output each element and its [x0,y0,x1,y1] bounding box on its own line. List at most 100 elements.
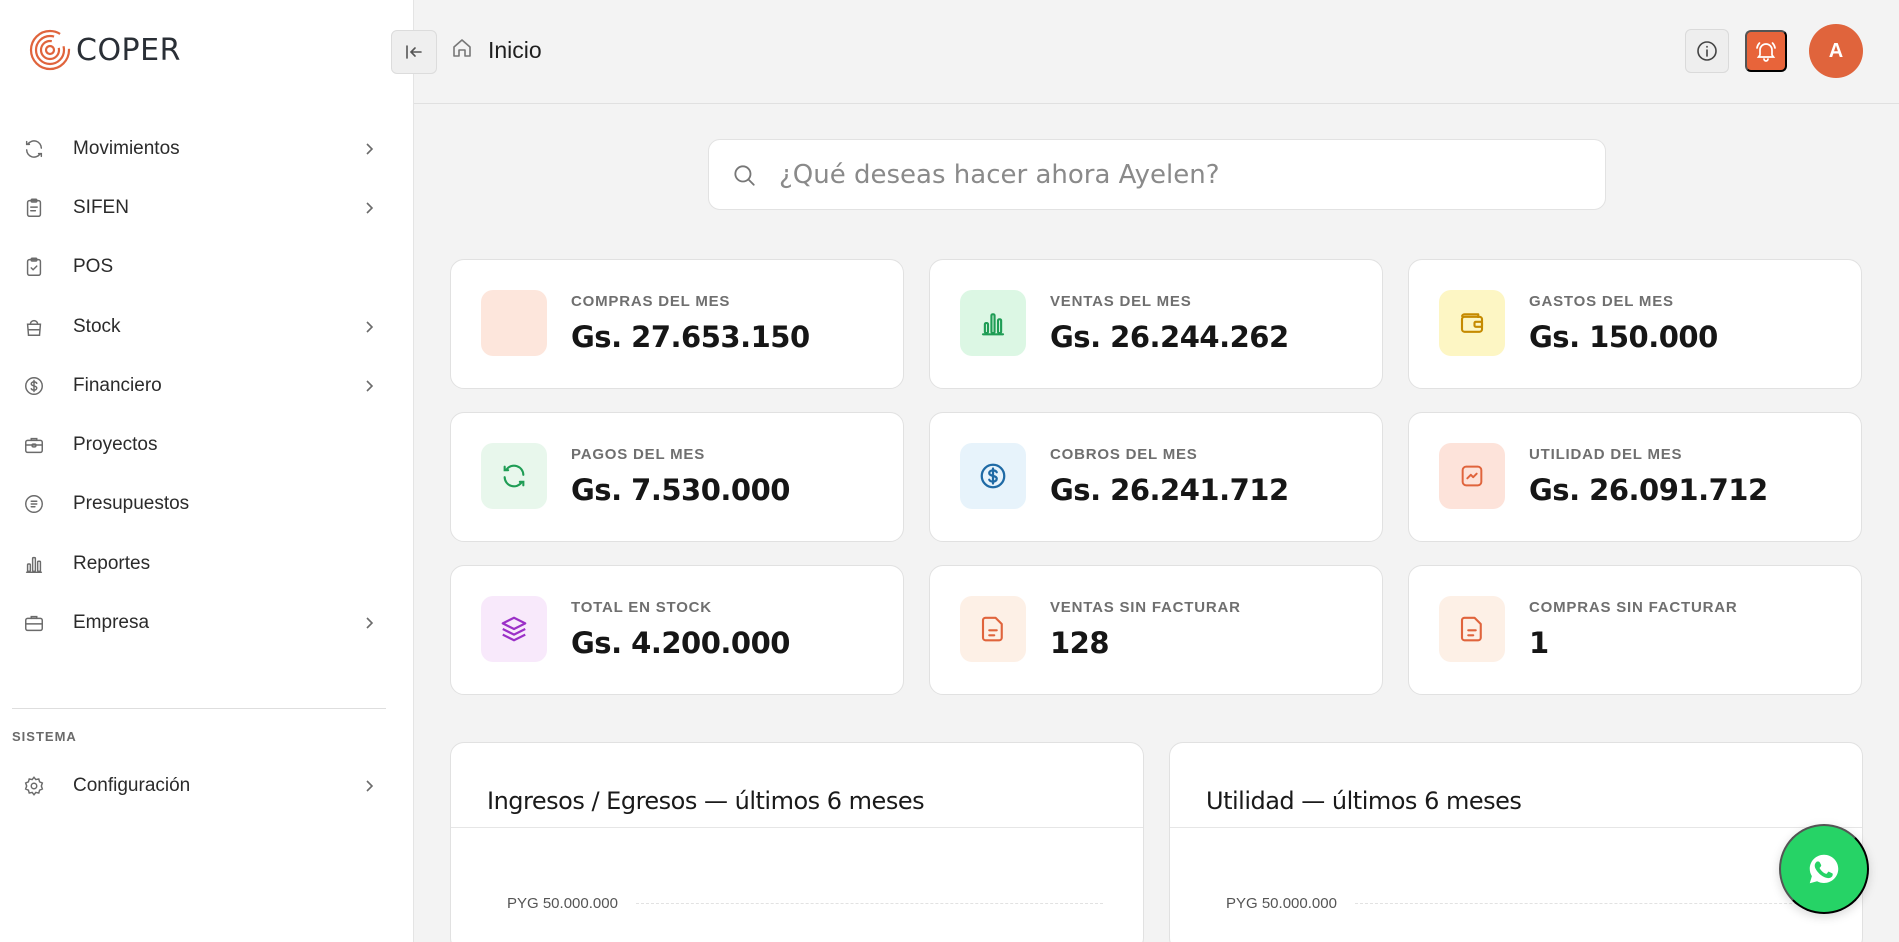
chevron-right-icon [366,617,374,629]
stat-card-ventas-sin-facturar[interactable]: VENTAS SIN FACTURAR 128 [929,565,1383,695]
logo-text: COPER [76,32,181,68]
sidebar-system-nav: Configuración [0,756,414,815]
stat-label: TOTAL EN STOCK [571,599,712,616]
stat-card-ventas[interactable]: VENTAS DEL MES Gs. 26.244.262 [929,259,1383,389]
sidebar: COPER Movimientos SIFEN POS Stock Financ… [0,0,414,942]
stat-label: UTILIDAD DEL MES [1529,446,1683,463]
sidebar-nav: Movimientos SIFEN POS Stock Financiero P… [0,119,414,653]
stat-card-gastos[interactable]: GASTOS DEL MES Gs. 150.000 [1408,259,1862,389]
stat-card-compras-sin-facturar[interactable]: COMPRAS SIN FACTURAR 1 [1408,565,1862,695]
sidebar-item-label: Movimientos [73,137,180,159]
file-icon [1439,596,1505,662]
search-icon [734,164,755,186]
gridline [636,903,1103,904]
dollar-circle-icon [22,374,46,398]
stat-card-compras[interactable]: COMPRAS DEL MES Gs. 27.653.150 [450,259,904,389]
chevron-right-icon [366,380,374,392]
sidebar-item-financiero[interactable]: Financiero [0,356,414,415]
notifications-button[interactable] [1745,30,1787,72]
sidebar-item-configuracion[interactable]: Configuración [0,756,414,815]
chart-title: Ingresos / Egresos — últimos 6 meses [487,787,925,815]
refresh-icon [481,443,547,509]
receipt-icon [22,492,46,516]
sidebar-item-movimientos[interactable]: Movimientos [0,119,414,178]
sidebar-item-stock[interactable]: Stock [0,297,414,356]
gear-icon [22,774,46,798]
sidebar-section-title: SISTEMA [12,729,77,744]
file-icon [960,596,1026,662]
stat-card-pagos[interactable]: PAGOS DEL MES Gs. 7.530.000 [450,412,904,542]
gridline [1355,903,1822,904]
sidebar-item-label: Financiero [73,374,162,396]
coper-logo-icon [29,29,71,71]
stat-value: Gs. 26.244.262 [1050,320,1289,354]
bell-icon [1756,42,1776,62]
stat-value: Gs. 26.241.712 [1050,473,1289,507]
top-actions: A [1685,24,1863,78]
sidebar-item-presupuestos[interactable]: Presupuestos [0,475,414,534]
whatsapp-button[interactable] [1779,824,1869,914]
logo[interactable]: COPER [28,28,181,72]
stat-card-cobros[interactable]: COBROS DEL MES Gs. 26.241.712 [929,412,1383,542]
stat-value: 128 [1050,626,1110,660]
clipboard-check-icon [22,255,46,279]
topbar: Inicio A [414,0,1899,104]
sidebar-item-empresa[interactable]: Empresa [0,593,414,652]
clipboard-list-icon [22,196,46,220]
stat-label: GASTOS DEL MES [1529,293,1674,310]
collapse-left-icon [406,45,422,59]
sidebar-item-label: Configuración [73,774,191,796]
stat-value: Gs. 4.200.000 [571,626,790,660]
search-bar[interactable] [708,139,1606,210]
whatsapp-icon [1809,854,1839,884]
sidebar-item-label: Empresa [73,612,150,634]
info-icon [1697,41,1717,61]
cart-icon [481,290,547,356]
bar-chart-icon [22,552,46,576]
refresh-icon [22,137,46,161]
sidebar-item-label: POS [73,256,114,278]
bag-icon [22,315,46,339]
sidebar-divider [12,708,386,709]
avatar[interactable]: A [1809,24,1863,78]
sidebar-item-label: SIFEN [73,196,129,218]
stat-label: VENTAS DEL MES [1050,293,1192,310]
stat-value: Gs. 26.091.712 [1529,473,1768,507]
stat-value: Gs. 27.653.150 [571,320,810,354]
stat-value: 1 [1529,626,1549,660]
info-button[interactable] [1685,29,1729,73]
sidebar-item-label: Reportes [73,552,151,574]
chevron-right-icon [366,202,374,214]
sidebar-item-label: Proyectos [73,434,158,456]
page-title: Inicio [488,37,542,63]
income-expense-chart-panel: Ingresos / Egresos — últimos 6 meses PYG… [450,742,1144,942]
dollar-circle-icon [960,443,1026,509]
y-tick-label: PYG 50.000.000 [507,895,618,912]
bar-chart-icon [960,290,1026,356]
home-icon[interactable] [450,36,474,65]
stat-label: VENTAS SIN FACTURAR [1050,599,1241,616]
panel-divider [1170,827,1862,828]
stat-card-utilidad[interactable]: UTILIDAD DEL MES Gs. 26.091.712 [1408,412,1862,542]
y-tick-label: PYG 50.000.000 [1226,895,1337,912]
stat-value: Gs. 7.530.000 [571,473,790,507]
stat-label: COBROS DEL MES [1050,446,1198,463]
sidebar-item-label: Stock [73,315,121,337]
sidebar-item-label: Presupuestos [73,493,190,515]
stat-label: COMPRAS SIN FACTURAR [1529,599,1738,616]
search-input[interactable] [779,159,1559,190]
sidebar-item-pos[interactable]: POS [0,238,414,297]
layers-icon [481,596,547,662]
building-briefcase-icon [22,611,46,635]
sidebar-item-proyectos[interactable]: Proyectos [0,415,414,474]
trend-icon [1439,443,1505,509]
briefcase-icon [22,433,46,457]
collapse-sidebar-button[interactable] [391,30,437,74]
stat-card-stock[interactable]: TOTAL EN STOCK Gs. 4.200.000 [450,565,904,695]
sidebar-item-sifen[interactable]: SIFEN [0,178,414,237]
breadcrumb: Inicio [450,36,542,65]
chevron-right-icon [366,780,374,792]
stat-label: PAGOS DEL MES [571,446,706,463]
sidebar-item-reportes[interactable]: Reportes [0,534,414,593]
stat-value: Gs. 150.000 [1529,320,1718,354]
